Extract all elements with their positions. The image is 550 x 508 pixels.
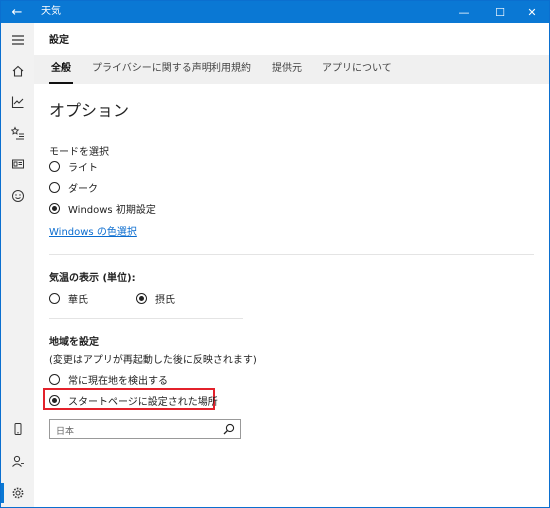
tab-privacy[interactable]: プライバシーに関する声明: [92, 55, 212, 82]
back-arrow-icon: ←: [11, 4, 23, 20]
radio-label: ダーク: [68, 184, 98, 195]
page-title: 設定: [49, 35, 69, 46]
radio-fahrenheit[interactable]: 華氏: [49, 291, 88, 306]
hamburger-icon[interactable]: [1, 25, 34, 55]
app-title: 天気: [41, 6, 61, 17]
search-icon[interactable]: [223, 423, 235, 435]
smiley-icon[interactable]: [1, 181, 34, 211]
radio-circle[interactable]: [136, 293, 147, 304]
tab-provider[interactable]: 提供元: [272, 55, 302, 82]
back-button[interactable]: ←: [1, 1, 33, 23]
divider: [49, 318, 243, 319]
divider: [49, 254, 534, 255]
radio-selected-dot: [52, 206, 57, 211]
radio-label: ライト: [68, 163, 98, 174]
radio-label: 華氏: [68, 295, 88, 306]
gear-icon[interactable]: [1, 478, 34, 507]
close-icon: ✕: [527, 5, 537, 19]
account-icon[interactable]: [1, 446, 34, 476]
weather-settings-window: ← 天気 — ☐ ✕ 設定 全般 プライバシーに関する声明 利用規約 提供元 ア…: [0, 0, 550, 508]
radio-circle[interactable]: [49, 182, 60, 193]
radio-selected-dot: [52, 398, 57, 403]
mode-label: モードを選択: [49, 147, 109, 158]
close-button[interactable]: ✕: [515, 1, 549, 23]
options-heading: オプション: [49, 101, 130, 120]
minimize-button[interactable]: —: [447, 1, 481, 23]
maximize-icon: ☐: [495, 5, 505, 19]
tab-bar: 全般 プライバシーに関する声明 利用規約 提供元 アプリについて: [34, 55, 549, 84]
radio-circle[interactable]: [49, 161, 60, 172]
favorites-icon[interactable]: [1, 118, 34, 148]
radio-label: Windows 初期設定: [68, 205, 156, 216]
location-search-input[interactable]: 日本: [49, 419, 241, 439]
minimize-icon: —: [458, 5, 470, 19]
radio-mode-windows-default[interactable]: Windows 初期設定: [49, 201, 156, 216]
tab-terms[interactable]: 利用規約: [211, 55, 251, 82]
radio-circle[interactable]: [49, 203, 60, 214]
radio-label: 摂氏: [155, 295, 175, 306]
tab-general[interactable]: 全般: [49, 55, 73, 84]
title-bar: ← 天気 — ☐ ✕: [1, 1, 549, 23]
search-placeholder: 日本: [56, 427, 75, 437]
radio-start-page-location[interactable]: スタートページに設定された場所: [49, 393, 218, 408]
windows-color-link[interactable]: Windows の色選択: [49, 223, 137, 238]
news-icon[interactable]: [1, 149, 34, 179]
radio-celsius[interactable]: 摂氏: [136, 291, 175, 306]
home-icon[interactable]: [1, 56, 34, 86]
radio-circle[interactable]: [49, 374, 60, 385]
radio-mode-light[interactable]: ライト: [49, 159, 98, 174]
chart-icon[interactable]: [1, 87, 34, 117]
phone-icon[interactable]: [1, 414, 34, 444]
radio-selected-dot: [139, 296, 144, 301]
temperature-label: 気温の表示 (単位):: [49, 273, 136, 284]
radio-label: スタートページに設定された場所: [68, 397, 218, 408]
tab-about[interactable]: アプリについて: [322, 55, 392, 82]
radio-circle[interactable]: [49, 293, 60, 304]
navigation-rail: [1, 23, 34, 507]
radio-mode-dark[interactable]: ダーク: [49, 180, 98, 195]
radio-circle[interactable]: [49, 395, 60, 406]
radio-detect-location[interactable]: 常に現在地を検出する: [49, 372, 168, 387]
maximize-button[interactable]: ☐: [483, 1, 517, 23]
region-note: (変更はアプリが再起動した後に反映されます): [49, 355, 257, 366]
radio-label: 常に現在地を検出する: [68, 376, 168, 387]
region-label: 地域を設定: [49, 337, 99, 348]
